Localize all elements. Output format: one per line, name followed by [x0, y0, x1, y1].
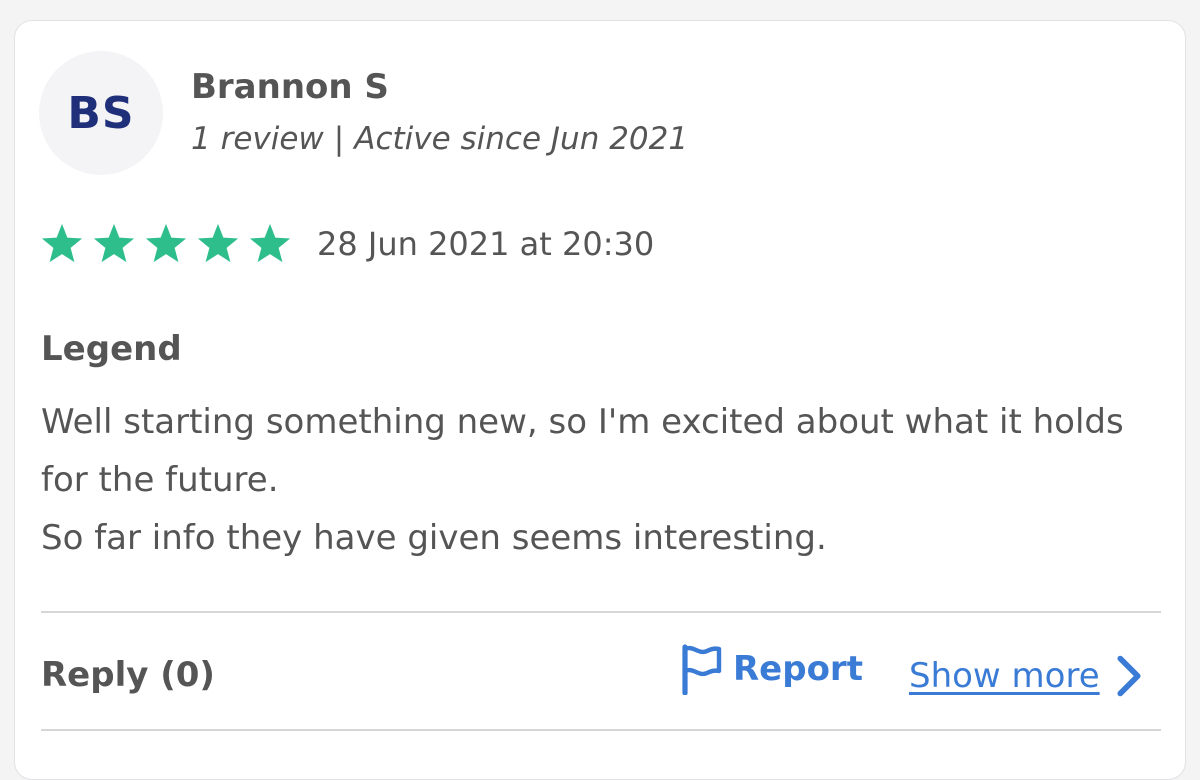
review-title: Legend: [41, 329, 182, 369]
report-button[interactable]: Report: [679, 643, 863, 695]
review-count: 1 review: [191, 121, 324, 157]
reviewer-name: Brannon S: [191, 67, 389, 107]
show-more-label: Show more: [909, 656, 1100, 696]
report-label: Report: [733, 649, 863, 689]
star-rating: [39, 222, 293, 266]
active-since: Active since Jun 2021: [354, 121, 689, 157]
flag-icon: [682, 644, 722, 695]
avatar-initials: BS: [67, 87, 135, 139]
star-icon: [197, 223, 239, 263]
star-icon: [93, 223, 135, 263]
reviewer-meta: 1 review | Active since Jun 2021: [191, 121, 688, 157]
review-card: BS Brannon S 1 review | Active since Jun 2…: [14, 20, 1186, 780]
star-icon: [145, 223, 187, 263]
avatar: BS: [39, 51, 163, 175]
show-more-link[interactable]: Show more: [909, 655, 1144, 697]
review-body-paragraph: Well starting something new, so I'm exci…: [41, 402, 1124, 500]
divider: [41, 611, 1161, 613]
meta-separator: |: [333, 121, 345, 157]
chevron-right-icon: [1117, 655, 1141, 697]
star-icon: [249, 223, 291, 263]
divider: [41, 729, 1161, 731]
review-body: Well starting something new, so I'm exci…: [41, 393, 1171, 567]
reply-button[interactable]: Reply (0): [41, 655, 215, 695]
review-date: 28 Jun 2021 at 20:30: [317, 225, 655, 263]
review-body-paragraph: So far info they have given seems intere…: [41, 518, 827, 558]
star-icon: [41, 223, 83, 263]
